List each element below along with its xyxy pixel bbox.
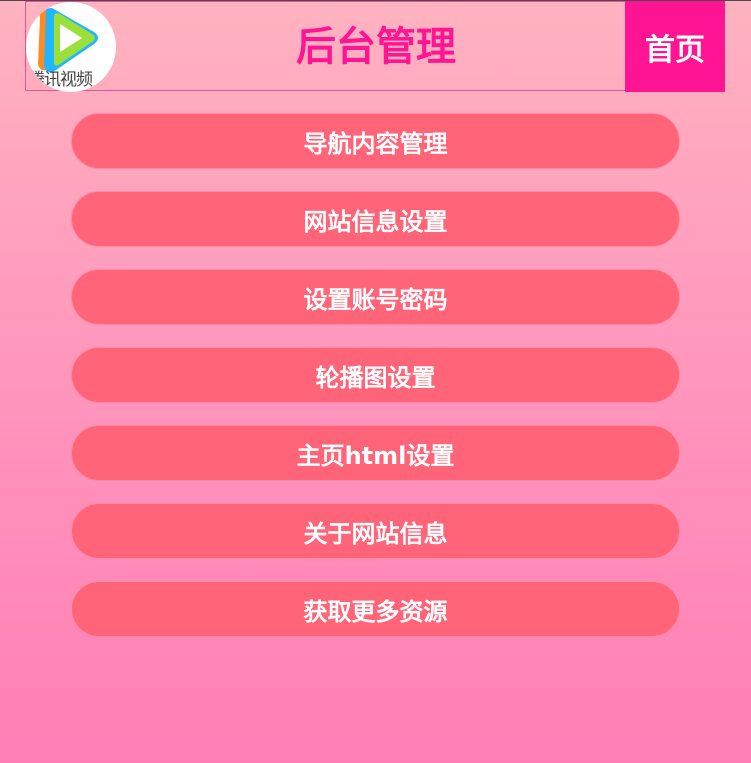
menu-item-site-info-settings[interactable]: 网站信息设置 <box>71 191 680 247</box>
menu-item-account-password[interactable]: 设置账号密码 <box>71 269 680 325</box>
menu-item-carousel-settings[interactable]: 轮播图设置 <box>71 347 680 403</box>
header-bar: 腾讯视频 后台管理 首页 <box>25 1 725 92</box>
logo-text: 腾讯视频 <box>28 70 93 90</box>
home-button[interactable]: 首页 <box>625 1 725 92</box>
logo[interactable]: 腾讯视频 <box>26 2 116 92</box>
admin-menu: 导航内容管理 网站信息设置 设置账号密码 轮播图设置 主页html设置 关于网站… <box>71 113 680 659</box>
menu-item-homepage-html[interactable]: 主页html设置 <box>71 425 680 481</box>
menu-item-about-site[interactable]: 关于网站信息 <box>71 503 680 559</box>
page-title: 后台管理 <box>296 24 456 70</box>
menu-item-more-resources[interactable]: 获取更多资源 <box>71 581 680 637</box>
menu-item-navigation-content[interactable]: 导航内容管理 <box>71 113 680 169</box>
